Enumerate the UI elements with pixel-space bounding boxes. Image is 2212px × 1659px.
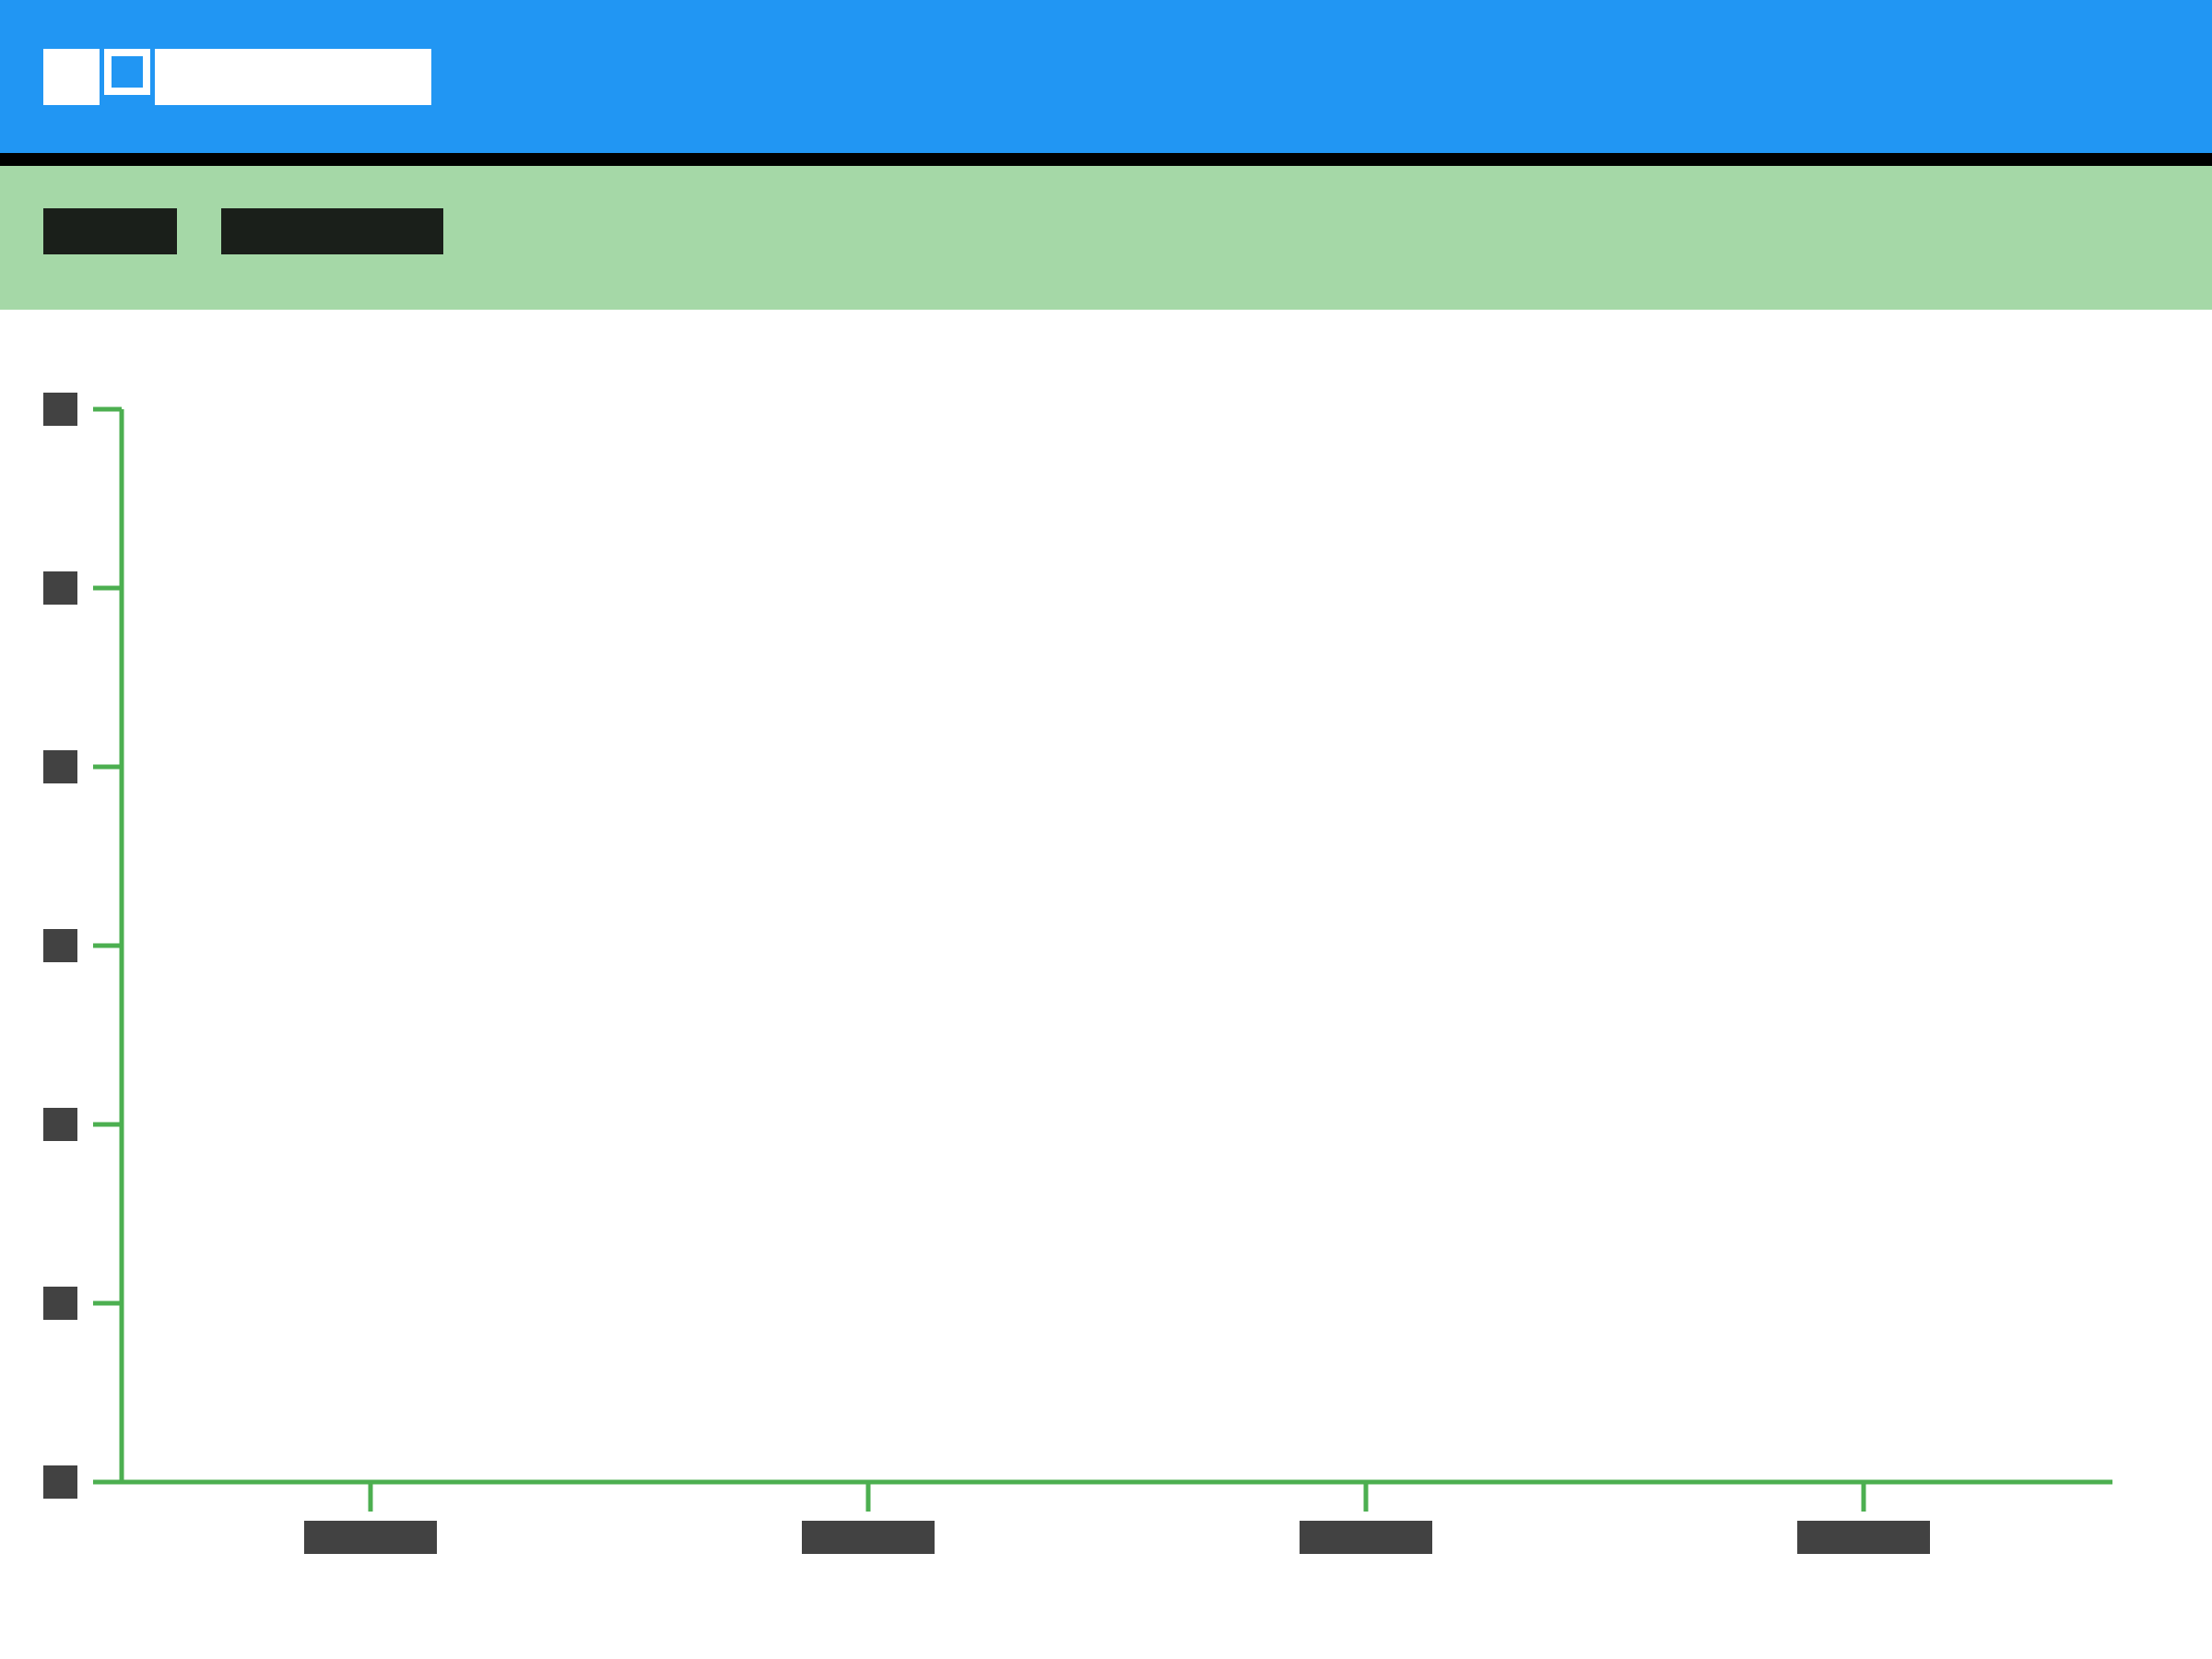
y-tick-label-box: [43, 1287, 77, 1320]
chart-area: [0, 310, 2212, 1659]
toolbar-button-2[interactable]: [221, 208, 443, 254]
app-bar: [0, 0, 2212, 166]
y-tick-label-box: [43, 1465, 77, 1499]
y-tick-label-box: [43, 571, 77, 605]
y-tick-label-box: [43, 1108, 77, 1141]
x-tick-label-box: [802, 1521, 935, 1554]
y-tick-label-box: [43, 750, 77, 783]
app-title: [155, 49, 431, 105]
app-window-icon: [104, 49, 150, 95]
y-tick-label-box: [43, 929, 77, 962]
toolbar: [0, 166, 2212, 310]
x-tick-label-box: [304, 1521, 437, 1554]
app-window-icon-inner: [112, 56, 143, 88]
x-tick-label-box: [1300, 1521, 1432, 1554]
toolbar-button-1[interactable]: [43, 208, 177, 254]
x-tick-label-box: [1797, 1521, 1930, 1554]
y-tick-label-box: [43, 393, 77, 426]
app-title-prefix: [43, 49, 100, 105]
chart: [43, 393, 2112, 1554]
